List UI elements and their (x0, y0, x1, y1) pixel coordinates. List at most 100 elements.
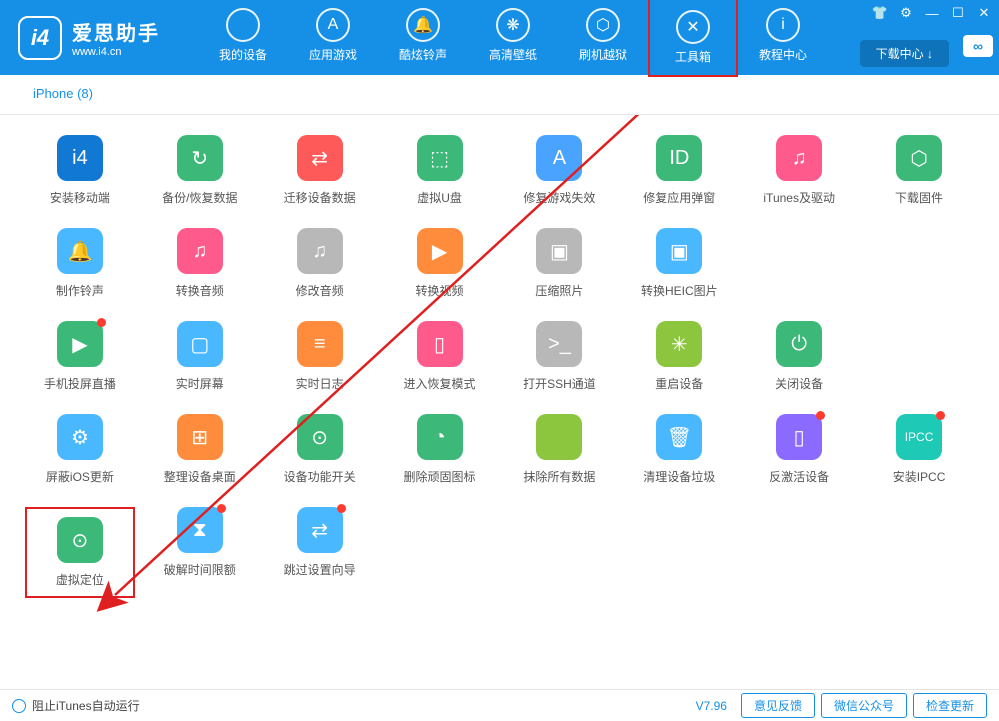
tool-icon: ▢ (177, 321, 223, 367)
tool-label: 转换HEIC图片 (641, 282, 718, 299)
status-circle-icon (12, 699, 26, 713)
tool-item[interactable]: ⬡ 下载固件 (864, 135, 974, 206)
tool-item[interactable]: ↻备份/恢复数据 (145, 135, 255, 206)
nav-item-0[interactable]: 我的设备 (198, 0, 288, 77)
tshirt-icon[interactable]: 👕 (871, 4, 889, 22)
tool-item[interactable]: ⇄迁移设备数据 (265, 135, 375, 206)
tool-icon: ▣ (656, 228, 702, 274)
tool-icon: ♫ (776, 135, 822, 181)
tool-item[interactable]: ID修复应用弹窗 (624, 135, 734, 206)
app-title: 爱思助手 (72, 17, 160, 46)
tool-item[interactable]: ♫修改音频 (265, 228, 375, 299)
tool-item[interactable]: ⊞整理设备桌面 (145, 414, 255, 485)
tool-item[interactable]: ♫转换音频 (145, 228, 255, 299)
tool-icon: ♫ (297, 228, 343, 274)
tool-label: 虚拟U盘 (417, 189, 462, 206)
nav-label: 刷机越狱 (579, 46, 627, 63)
tools-area: i4安装移动端↻备份/恢复数据⇄迁移设备数据⬚虚拟U盘A修复游戏失效ID修复应用… (0, 115, 999, 618)
tool-icon: ⊙ (57, 517, 103, 563)
nav-item-3[interactable]: ❋高清壁纸 (468, 0, 558, 77)
nav-label: 工具箱 (675, 48, 711, 65)
tool-item[interactable]: ⏻关闭设备 (744, 321, 854, 392)
tool-item[interactable]: IPCC安装IPCC (864, 414, 974, 485)
close-icon[interactable]: ✕ (975, 4, 993, 22)
nav-item-5[interactable]: ✕工具箱 (648, 0, 738, 77)
maximize-icon[interactable]: ☐ (949, 4, 967, 22)
tool-item[interactable]: A修复游戏失效 (505, 135, 615, 206)
tool-label: 安装IPCC (893, 468, 946, 485)
tool-item[interactable]: 🔔制作铃声 (25, 228, 135, 299)
nav-icon: ❋ (496, 8, 530, 42)
nav-item-6[interactable]: i 教程中心 (738, 0, 828, 77)
feedback-button[interactable]: 意见反馈 (741, 693, 815, 718)
notification-dot (217, 504, 226, 513)
tool-label: 重启设备 (655, 375, 703, 392)
tool-label: 抹除所有数据 (523, 468, 595, 485)
header: i4 爱思助手 www.i4.cn 我的设备 A 应用游戏 🔔酷炫铃声❋高清壁纸⬡刷机… (0, 0, 999, 75)
tool-item[interactable]: ▣ 压缩照片 (505, 228, 615, 299)
nav-icon: i (766, 8, 800, 42)
infinity-icon[interactable]: ∞ (963, 35, 993, 57)
tool-label: 手机投屏直播 (44, 375, 116, 392)
tool-icon: ↻ (177, 135, 223, 181)
tool-label: 修复游戏失效 (523, 189, 595, 206)
tool-item[interactable]: ▯进入恢复模式 (385, 321, 495, 392)
nav-icon: 🔔 (406, 8, 440, 42)
status-left: 阻止iTunes自动运行 (12, 697, 140, 714)
update-button[interactable]: 检查更新 (913, 693, 987, 718)
tool-item[interactable]: ▣ 转换HEIC图片 (624, 228, 734, 299)
notification-dot (337, 504, 346, 513)
tool-item[interactable]: ◔删除顽固图标 (385, 414, 495, 485)
tool-label: 安装移动端 (50, 189, 110, 206)
notification-dot (816, 411, 825, 420)
tool-item[interactable]: 🗑清理设备垃圾 (624, 414, 734, 485)
tool-icon: ⊙ (297, 414, 343, 460)
tool-item[interactable]: ▢ 实时屏幕 (145, 321, 255, 392)
tool-item[interactable]: ▶转换视频 (385, 228, 495, 299)
tool-item[interactable]: ▶手机投屏直播 (25, 321, 135, 392)
itunes-block-label[interactable]: 阻止iTunes自动运行 (32, 697, 140, 714)
tool-label: 转换视频 (416, 282, 464, 299)
nav-item-2[interactable]: 🔔酷炫铃声 (378, 0, 468, 77)
tool-label: 下载固件 (895, 189, 943, 206)
nav-item-1[interactable]: A 应用游戏 (288, 0, 378, 77)
tool-item[interactable]: ⊙ 设备功能开关 (265, 414, 375, 485)
tool-item[interactable]: >_打开SSH通道 (505, 321, 615, 392)
tool-label: 修复应用弹窗 (643, 189, 715, 206)
tool-label: 整理设备桌面 (164, 468, 236, 485)
tool-item[interactable]: ✳重启设备 (624, 321, 734, 392)
tool-item[interactable]: i4安装移动端 (25, 135, 135, 206)
nav-item-4[interactable]: ⬡刷机越狱 (558, 0, 648, 77)
tab-device[interactable]: iPhone (8) (15, 75, 111, 114)
nav-label: 教程中心 (759, 46, 807, 63)
tool-label: 进入恢复模式 (404, 375, 476, 392)
tool-item[interactable]: ⧗破解时间限额 (145, 507, 255, 598)
tool-item[interactable]: ▯反激活设备 (744, 414, 854, 485)
tool-label: 反激活设备 (769, 468, 829, 485)
tool-item[interactable]: 抹除所有数据 (505, 414, 615, 485)
tool-label: 设备功能开关 (284, 468, 356, 485)
wechat-button[interactable]: 微信公众号 (821, 693, 907, 718)
tool-label: 压缩照片 (535, 282, 583, 299)
tool-item[interactable]: ⊙虚拟定位 (25, 507, 135, 598)
settings-icon[interactable]: ⚙ (897, 4, 915, 22)
tool-item[interactable]: ♫iTunes及驱动 (744, 135, 854, 206)
tool-item[interactable]: ⬚虚拟U盘 (385, 135, 495, 206)
minimize-icon[interactable]: — (923, 4, 941, 22)
tool-label: 实时日志 (296, 375, 344, 392)
download-center-button[interactable]: 下载中心 ↓ (860, 40, 949, 67)
notification-dot (97, 318, 106, 327)
logo-area: i4 爱思助手 www.i4.cn (0, 16, 178, 60)
tool-label: 迁移设备数据 (284, 189, 356, 206)
tool-icon: ▣ (536, 228, 582, 274)
tool-label: 跳过设置向导 (284, 561, 356, 578)
nav-label: 应用游戏 (309, 46, 357, 63)
tool-item[interactable]: ⇄跳过设置向导 (265, 507, 375, 598)
tool-item[interactable]: ⚙屏蔽iOS更新 (25, 414, 135, 485)
tool-label: 实时屏幕 (176, 375, 224, 392)
tab-bar: iPhone (8) (0, 75, 999, 115)
tool-item[interactable]: ≡实时日志 (265, 321, 375, 392)
tool-grid: i4安装移动端↻备份/恢复数据⇄迁移设备数据⬚虚拟U盘A修复游戏失效ID修复应用… (25, 135, 974, 598)
nav-icon: A (316, 8, 350, 42)
tool-icon: ⬡ (896, 135, 942, 181)
